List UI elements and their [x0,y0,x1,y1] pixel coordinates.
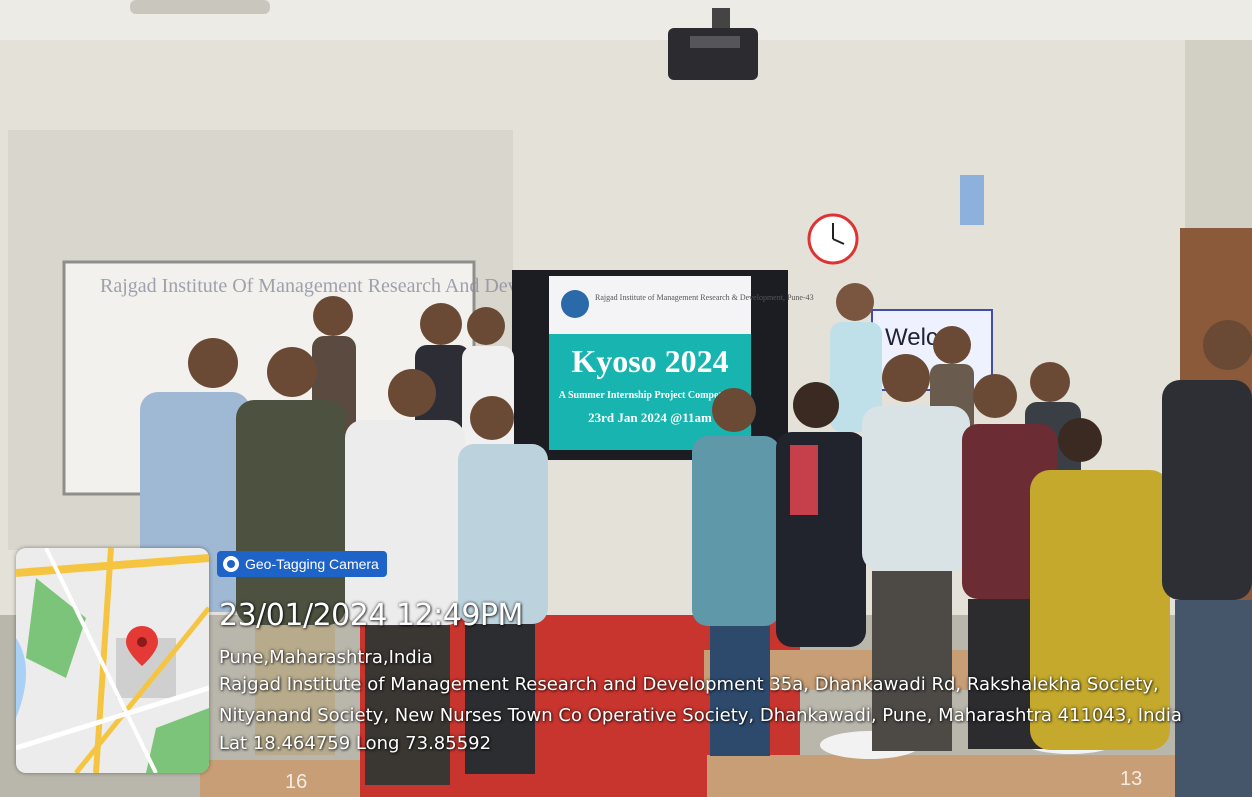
svg-text:16: 16 [285,771,307,793]
coordinates-line: Lat 18.464759 Long 73.85592 [219,733,492,754]
screen-header-text: Rajgad Institute of Management Research … [595,293,814,302]
address-line-1: Rajgad Institute of Management Research … [219,674,1159,695]
desk-front-right: 13 [707,755,1207,797]
screen-date-line: 23rd Jan 2024 @11am [588,410,712,425]
screen-subtitle: A Summer Internship Project Competition [559,390,742,401]
address-line-2: Nityanand Society, New Nurses Town Co Op… [219,705,1182,726]
camera-pin-icon [223,556,239,572]
screen-title: Kyoso 2024 [571,343,728,379]
city-line: Pune,Maharashtra,India [219,647,433,668]
wall-clock [807,213,859,265]
ceiling-fan [130,0,270,14]
datetime-stamp: 23/01/2024 12:49PM [219,598,523,633]
geo-tagging-camera-badge: Geo-Tagging Camera [217,551,387,577]
map-thumbnail [16,548,209,773]
svg-text:13: 13 [1120,768,1142,790]
desk-front-left: 16 [200,760,360,797]
tv-screen: Rajgad Institute of Management Research … [512,270,814,460]
app-label: Geo-Tagging Camera [245,556,379,572]
wall-decoration [960,175,984,225]
